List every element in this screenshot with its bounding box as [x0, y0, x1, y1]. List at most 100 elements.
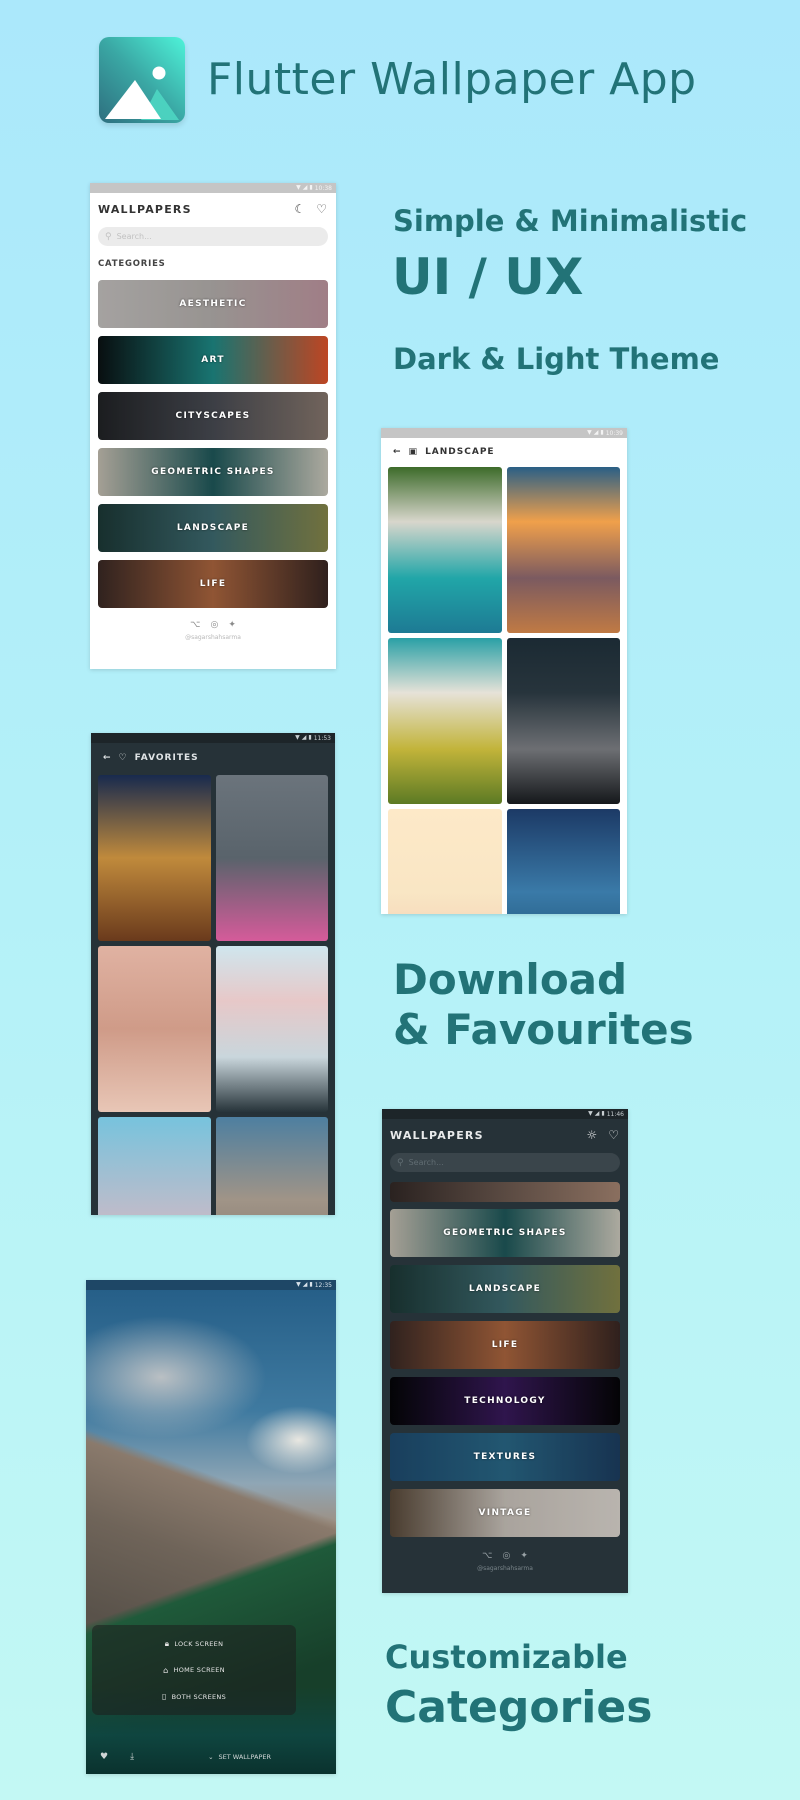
phone-wallpaper-detail: ▼ ◢ ▮ 12:35 🔒︎ LOCK SCREEN ⌂ HOME SCREEN ▯ BO… [86, 1280, 336, 1774]
battery-icon: ▮ [308, 734, 312, 741]
arrow-left-icon[interactable]: ← [393, 447, 402, 457]
wallpaper-grid [381, 465, 627, 914]
app-title: Flutter Wallpaper App [207, 54, 697, 105]
heart-icon[interactable]: ♡ [316, 202, 327, 216]
search-input[interactable]: ⚲ Search... [98, 227, 328, 246]
footer-handle[interactable]: @sagarshahsarma [90, 634, 336, 641]
category-item-technology[interactable]: TECHNOLOGY [390, 1377, 620, 1425]
footer: ⌥ ◎ ✦ @sagarshahsarma [90, 616, 336, 641]
category-item-geometric-shapes[interactable]: GEOMETRIC SHAPES [98, 448, 328, 496]
arrow-left-icon[interactable]: ← [103, 753, 112, 763]
category-label: LANDSCAPE [176, 523, 250, 533]
phone-dark-favorites: ▼ ◢ ▮ 11:53 ← ♡ FAVORITES [91, 733, 335, 1215]
wallpaper-tile-ocean-sunset[interactable] [506, 467, 620, 633]
feature-download-line2: & Favourites [393, 1005, 694, 1054]
wallpaper-tile-eiffel-tower-night[interactable] [98, 775, 211, 941]
wallpaper-tile-aerial-coast-village[interactable] [388, 638, 502, 804]
category-item-aesthetic[interactable]: AESTHETIC [98, 280, 328, 328]
phone-light-landscape: ▼ ◢ ▮ 10:39 ← ▣ LANDSCAPE [381, 428, 627, 914]
wifi-icon: ▼ [296, 184, 301, 191]
heart-icon[interactable]: ♡ [608, 1128, 619, 1142]
footer-handle[interactable]: @sagarshahsarma [382, 1565, 628, 1572]
phone-light-home: ▼ ◢ ▮ 10:38 WALLPAPERS ☾ ♡ ⚲ Search... C… [90, 183, 336, 669]
category-item-art[interactable]: ART [98, 336, 328, 384]
wallpaper-tile-night-mountain-stars[interactable] [506, 638, 620, 804]
feature-ui-ux: UI / UX [392, 248, 584, 306]
category-item-life[interactable]: LIFE [98, 560, 328, 608]
category-label: GEOMETRIC SHAPES [443, 1228, 567, 1238]
category-item-textures[interactable]: TEXTURES [390, 1433, 620, 1481]
category-label: LANDSCAPE [468, 1284, 542, 1294]
set-option-label: LOCK SCREEN [174, 1639, 224, 1648]
image-landscape-icon [105, 66, 179, 120]
signal-icon: ◢ [594, 1110, 600, 1117]
signal-icon: ◢ [593, 429, 599, 436]
category-item-vintage[interactable]: VINTAGE [390, 1489, 620, 1537]
twitter-icon[interactable]: ✦ [520, 1551, 528, 1561]
wallpaper-tile-mountain-clouds[interactable] [215, 1117, 328, 1215]
heart-icon[interactable]: ♥ [100, 1752, 108, 1762]
wallpaper-tile-snowy-mountains-dusk[interactable] [215, 946, 328, 1112]
categories-heading: CATEGORIES [98, 259, 166, 269]
set-wallpaper-button[interactable]: ⌄ SET WALLPAPER [208, 1753, 271, 1761]
wallpaper-tile-pink-flower-hand[interactable] [215, 775, 328, 941]
moon-icon[interactable]: ☾ [294, 202, 305, 216]
wallpaper-tile-pastel-sky-gradient[interactable] [98, 1117, 211, 1215]
chevron-down-icon: ⌄ [208, 1753, 214, 1761]
wallpaper-tile-pastel-hills[interactable] [388, 809, 502, 914]
heart-icon: ♡ [118, 753, 128, 763]
battery-icon: ▮ [600, 429, 604, 436]
category-item-landscape[interactable]: LANDSCAPE [390, 1265, 620, 1313]
wallpaper-tile-aerial-beach-forest[interactable] [388, 467, 502, 633]
app-bar-title: WALLPAPERS [390, 1128, 484, 1142]
category-label: ART [201, 355, 225, 365]
set-option-both-screens[interactable]: ▯ BOTH SCREENS [162, 1692, 226, 1701]
favorites-grid [91, 773, 335, 1215]
app-logo [99, 37, 185, 123]
signal-icon: ◢ [301, 734, 307, 741]
category-item-partial[interactable] [390, 1182, 620, 1202]
github-icon[interactable]: ⌥ [190, 620, 200, 630]
feature-simple-minimalistic: Simple & Minimalistic [393, 204, 748, 238]
signal-icon: ◢ [302, 184, 308, 191]
status-time: 11:53 [313, 734, 331, 742]
wallpaper-tile-blue-volcano-night[interactable] [506, 809, 620, 914]
battery-icon: ▮ [309, 184, 313, 191]
search-input[interactable]: ⚲ Search... [390, 1153, 620, 1172]
github-icon[interactable]: ⌥ [482, 1551, 492, 1561]
battery-icon: ▮ [309, 1281, 313, 1288]
category-label: CITYSCAPES [175, 411, 251, 421]
set-wallpaper-sheet: 🔒︎ LOCK SCREEN ⌂ HOME SCREEN ▯ BOTH SCREENS [92, 1625, 296, 1715]
category-item-geometric-shapes[interactable]: GEOMETRIC SHAPES [390, 1209, 620, 1257]
status-bar: ▼ ◢ ▮ 12:35 [86, 1280, 336, 1290]
instagram-icon[interactable]: ◎ [210, 620, 218, 630]
set-option-home-screen[interactable]: ⌂ HOME SCREEN [163, 1666, 225, 1675]
wifi-icon: ▼ [295, 734, 300, 741]
status-time: 11:46 [606, 1110, 624, 1118]
feature-categories: Categories [385, 1682, 653, 1733]
image-icon: ▣ [408, 446, 419, 457]
app-bar-title: WALLPAPERS [98, 202, 192, 216]
download-icon[interactable]: ⤓ [130, 1752, 134, 1762]
category-item-landscape[interactable]: LANDSCAPE [98, 504, 328, 552]
wifi-icon: ▼ [587, 429, 592, 436]
app-bar: ← ♡ FAVORITES [91, 743, 335, 773]
feature-download-line1: Download [393, 955, 628, 1004]
footer: ⌥ ◎ ✦ @sagarshahsarma [382, 1545, 628, 1572]
instagram-icon[interactable]: ◎ [502, 1551, 510, 1561]
category-item-cityscapes[interactable]: CITYSCAPES [98, 392, 328, 440]
sun-icon[interactable]: ☼ [586, 1128, 597, 1142]
wifi-icon: ▼ [588, 1110, 593, 1117]
twitter-icon[interactable]: ✦ [228, 620, 236, 630]
detail-bottom-bar: ♥ ⤓ ⌄ SET WALLPAPER [86, 1740, 336, 1774]
category-list: AESTHETIC ART CITYSCAPES GEOMETRIC SHAPES LA… [90, 280, 336, 608]
status-time: 10:38 [314, 184, 332, 192]
feature-download-favourites: Download & Favourites [393, 955, 694, 1055]
status-bar: ▼ ◢ ▮ 11:46 [382, 1109, 628, 1119]
set-wallpaper-label: SET WALLPAPER [218, 1753, 272, 1761]
set-option-lock-screen[interactable]: 🔒︎ LOCK SCREEN [165, 1639, 224, 1649]
category-label: TEXTURES [473, 1452, 537, 1462]
category-item-life[interactable]: LIFE [390, 1321, 620, 1369]
wallpaper-tile-pink-paint-texture[interactable] [98, 946, 211, 1112]
phone-icon: ▯ [161, 1692, 167, 1702]
